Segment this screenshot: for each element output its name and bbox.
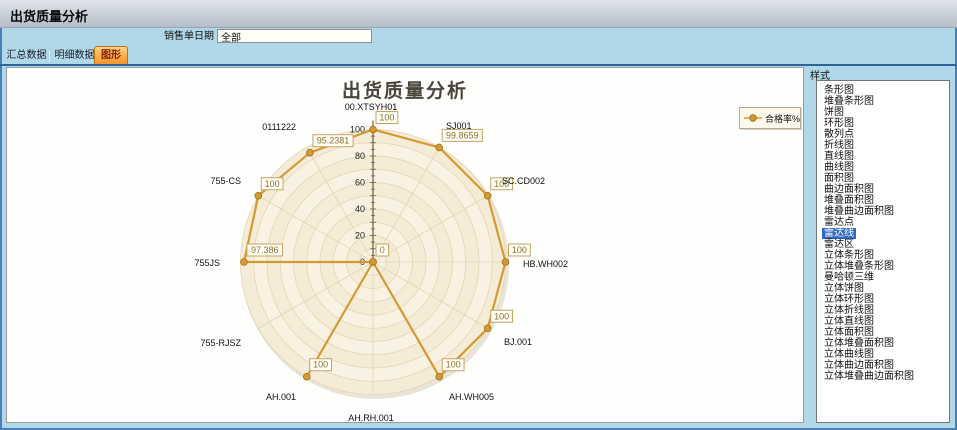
app-window: 出货质量分析 销售单日期 汇总数据 明细数据 图形 0 20 40 60 80 100 10…	[0, 0, 957, 430]
chart-panel: 02040608010010099.8659100100100100010009…	[6, 67, 804, 423]
style-list-item[interactable]: 立体面积图	[824, 327, 949, 338]
radar-category-label: SC.CD002	[502, 176, 545, 186]
style-list-item[interactable]: 面积图	[824, 173, 949, 184]
radar-data-point	[370, 126, 377, 133]
radar-category-label: SJ001	[446, 121, 472, 131]
style-list-item[interactable]: 立体曲边面积图	[824, 360, 949, 371]
chart-style-listbox[interactable]: 条形图堆叠条形图饼图环形图散列点折线图直线图曲线图面积图曲边面积图堆叠面积图堆叠…	[816, 80, 950, 423]
style-list-item[interactable]: 条形图	[824, 85, 949, 96]
radar-scale-label: 40	[355, 204, 365, 214]
radar-category-label: 755-CS	[210, 176, 241, 186]
radar-category-label: AH.001	[266, 392, 296, 402]
radar-category-label: AH.WH005	[449, 392, 494, 402]
radar-value-label: 100	[265, 179, 280, 189]
style-list-item[interactable]: 散列点	[824, 129, 949, 140]
style-list-item[interactable]: 立体条形图	[824, 250, 949, 261]
radar-data-point	[436, 144, 443, 151]
radar-chart: 02040608010010099.8659100100100100010009…	[7, 68, 805, 424]
tab-content-border	[0, 64, 957, 66]
tab-separator	[49, 50, 50, 62]
radar-value-label: 100	[379, 113, 394, 123]
radar-data-point	[436, 373, 443, 380]
legend-series-marker-icon	[743, 113, 763, 123]
window-title: 出货质量分析	[10, 6, 88, 25]
style-list-item[interactable]: 雷达线	[824, 228, 949, 239]
style-list-item[interactable]: 立体曲线图	[824, 349, 949, 360]
style-list-item[interactable]: 折线图	[824, 140, 949, 151]
style-list-item[interactable]: 立体直线图	[824, 316, 949, 327]
style-list-item[interactable]: 曲线图	[824, 162, 949, 173]
radar-data-point	[241, 259, 248, 266]
radar-data-point	[484, 192, 491, 199]
style-list-item[interactable]: 曼哈顿三维	[824, 272, 949, 283]
legend-label: 合格率%	[765, 112, 800, 125]
radar-data-point	[370, 259, 377, 266]
radar-category-label: BJ.001	[504, 337, 532, 347]
radar-category-label: 0111222	[262, 122, 296, 132]
style-list-item[interactable]: 立体堆叠面积图	[824, 338, 949, 349]
style-list-item[interactable]: 堆叠条形图	[824, 96, 949, 107]
radar-value-label: 100	[494, 311, 509, 321]
radar-value-label: 99.8659	[446, 130, 479, 140]
sale-date-input[interactable]	[217, 29, 372, 43]
radar-value-label: 0	[380, 245, 385, 255]
radar-category-label: 755JS	[194, 258, 220, 268]
style-list-item[interactable]: 饼图	[824, 107, 949, 118]
style-list-item[interactable]: 立体折线图	[824, 305, 949, 316]
style-list-item[interactable]: 立体饼图	[824, 283, 949, 294]
tab-chart-active[interactable]: 图形	[94, 46, 128, 65]
radar-scale-label: 20	[355, 231, 365, 241]
radar-data-point	[307, 149, 314, 156]
radar-value-label: 100	[446, 360, 461, 370]
radar-scale-label: 80	[355, 151, 365, 161]
radar-scale-label: 60	[355, 178, 365, 188]
style-list-item[interactable]: 立体堆叠条形图	[824, 261, 949, 272]
radar-value-label: 97.386	[251, 245, 279, 255]
style-list-item[interactable]: 堆叠曲边面积图	[824, 206, 949, 217]
sale-date-label: 销售单日期	[100, 30, 214, 44]
radar-category-label: AH.RH.001	[348, 413, 394, 423]
chart-title: 出货质量分析	[7, 76, 803, 103]
radar-data-point	[484, 325, 491, 332]
style-list-item[interactable]: 雷达点	[824, 217, 949, 228]
style-list-item[interactable]: 曲边面积图	[824, 184, 949, 195]
style-list-item[interactable]: 立体堆叠曲边面积图	[824, 371, 949, 382]
style-list-item[interactable]: 立体环形图	[824, 294, 949, 305]
legend: 合格率%	[739, 107, 801, 129]
radar-data-point	[303, 373, 310, 380]
tab-summary-data[interactable]: 汇总数据	[4, 48, 49, 64]
style-list-item[interactable]: 雷达区	[824, 239, 949, 250]
style-list-item[interactable]: 环形图	[824, 118, 949, 129]
radar-data-point	[255, 192, 262, 199]
radar-category-label: 00.XTSYH01	[345, 102, 398, 112]
radar-value-label: 95.2381	[317, 136, 350, 146]
style-list-item[interactable]: 堆叠面积图	[824, 195, 949, 206]
radar-value-label: 100	[512, 245, 527, 255]
radar-value-label: 100	[313, 360, 328, 370]
radar-category-label: 755-RJSZ	[200, 338, 241, 348]
style-list-item[interactable]: 直线图	[824, 151, 949, 162]
radar-data-point	[502, 259, 509, 266]
tab-detail-data[interactable]: 明细数据	[52, 48, 97, 64]
radar-category-label: HB.WH002	[523, 259, 568, 269]
window-title-bar: 出货质量分析	[0, 0, 957, 28]
